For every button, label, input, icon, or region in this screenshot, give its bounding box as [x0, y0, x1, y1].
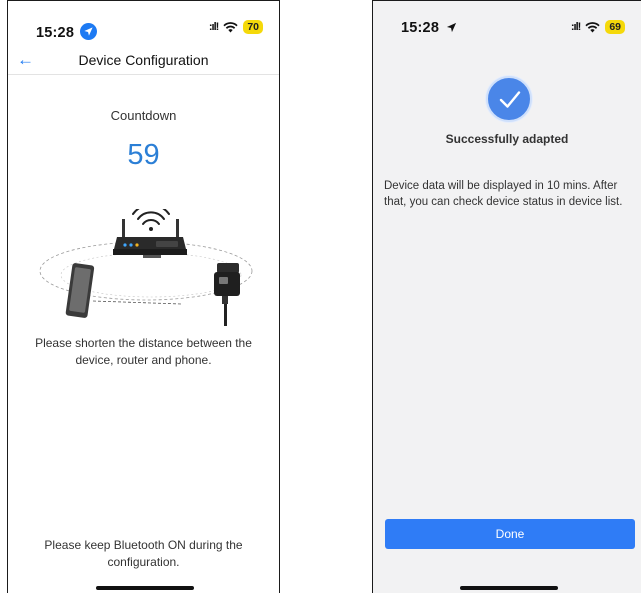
distance-instruction: Please shorten the distance between the …: [35, 336, 252, 367]
done-button[interactable]: Done: [385, 519, 635, 549]
countdown-label: Countdown: [110, 108, 177, 123]
location-icon: [80, 23, 98, 40]
status-bar: 15:28 :ıl! 70: [8, 1, 279, 51]
wifi-icon: [585, 21, 600, 32]
wifi-icon: [223, 21, 238, 32]
countdown-value: 59: [127, 139, 160, 171]
status-time-text: 15:28: [401, 20, 440, 36]
sensor-device-icon: [214, 263, 240, 326]
wifi-waves-icon: [132, 209, 170, 231]
battery-indicator: 69: [605, 20, 625, 34]
adaptation-success-screen: 15:28 :ıl! 69 Successfully adapted Devic…: [372, 0, 641, 593]
navigation-bar: ← Device Configuration: [8, 45, 279, 75]
cellular-signal-icon: :ıl!: [570, 21, 582, 33]
router-icon: [113, 219, 187, 258]
status-indicators: :ıl! 70: [209, 20, 263, 34]
success-check-icon: [486, 76, 532, 122]
home-indicator: [96, 586, 194, 590]
location-arrow-icon: [447, 22, 457, 33]
status-indicators: :ıl! 69: [571, 20, 625, 34]
battery-indicator: 70: [243, 20, 263, 34]
success-title: Successfully adapted: [445, 132, 569, 146]
device-configuration-screen: 15:28 :ıl! 70 ← Device Configuration Cou…: [7, 0, 280, 593]
device-router-phone-illustration: [39, 209, 253, 326]
status-time: 15:28: [401, 20, 457, 36]
home-indicator: [460, 586, 558, 590]
cellular-signal-icon: :ıl!: [208, 21, 220, 33]
status-time: 15:28: [36, 20, 98, 41]
status-bar: 15:28 :ıl! 69: [373, 1, 641, 51]
bluetooth-note: Please keep Bluetooth ON during the conf…: [44, 538, 243, 569]
phone-device-icon: [65, 263, 95, 318]
success-description: Device data will be displayed in 10 mins…: [384, 180, 623, 208]
status-time-text: 15:28: [36, 25, 75, 41]
page-title: Device Configuration: [78, 52, 209, 68]
